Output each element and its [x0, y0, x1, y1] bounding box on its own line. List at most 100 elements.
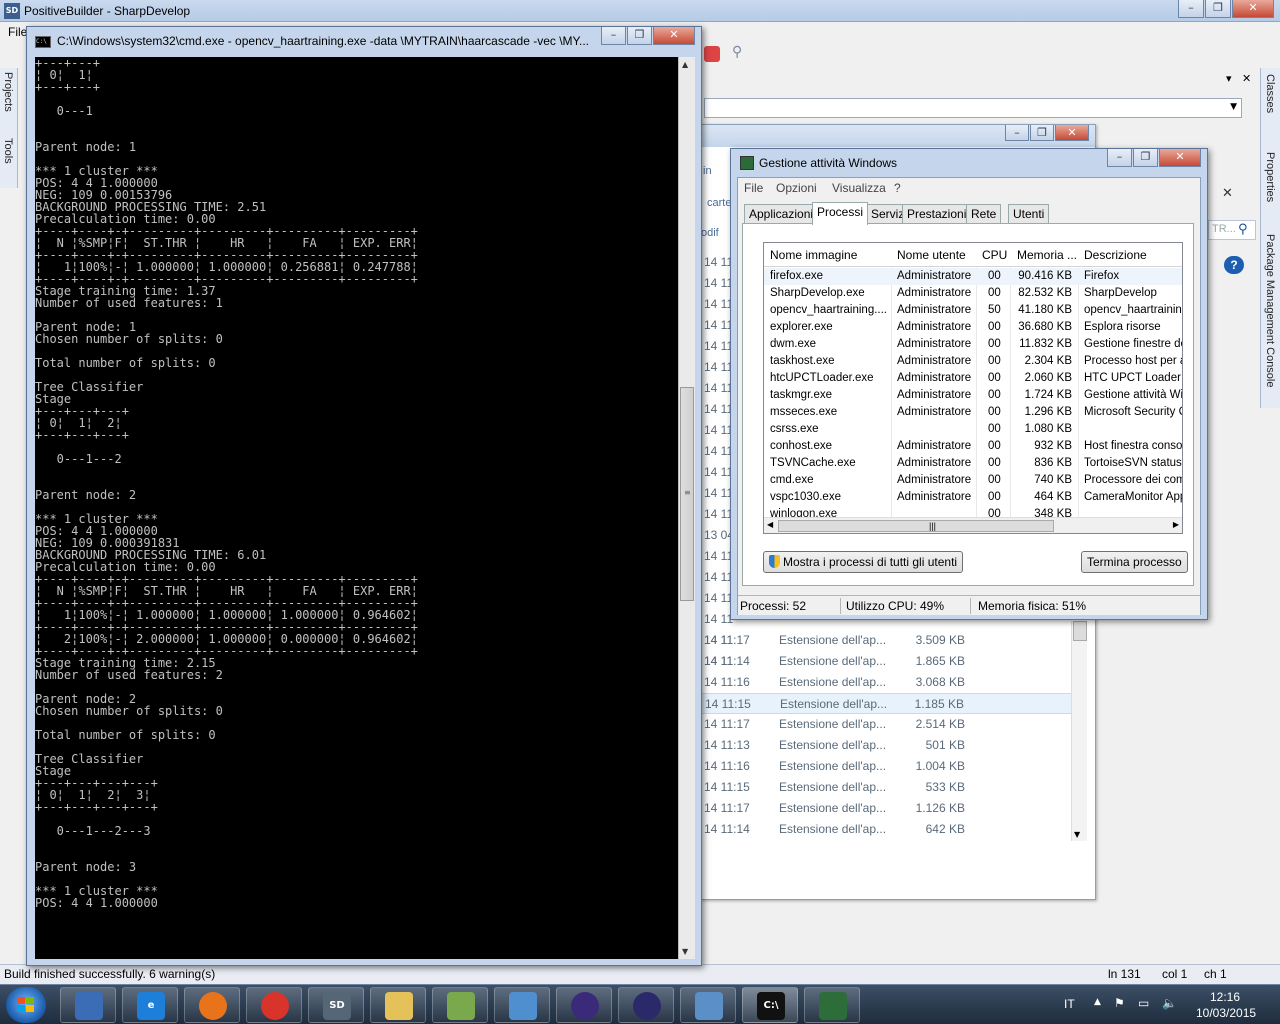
cmd-close-button[interactable]: ✕: [653, 27, 695, 45]
taskbar-task-manager[interactable]: [804, 987, 860, 1023]
search-icon[interactable]: ⚲: [1238, 222, 1248, 237]
process-row[interactable]: explorer.exe Administratore 00 36.680 KB Esp…: [764, 319, 1182, 336]
process-row[interactable]: TSVNCache.exe Administratore 00 836 KB Torto…: [764, 455, 1182, 472]
menu-help[interactable]: ?: [894, 181, 901, 195]
help-icon[interactable]: ?: [1224, 256, 1244, 274]
menu-file[interactable]: File: [744, 181, 763, 195]
explorer-scrollbar[interactable]: ▼: [1071, 621, 1087, 841]
tab-applications[interactable]: Applicazioni: [744, 204, 819, 224]
process-row[interactable]: cmd.exe Administratore 00 740 KB Processore …: [764, 472, 1182, 489]
process-row[interactable]: vspc1030.exe Administratore 00 464 KB Camera…: [764, 489, 1182, 506]
clock-date[interactable]: 10/03/2015: [1196, 1006, 1256, 1020]
scroll-up-icon[interactable]: ▲: [682, 60, 688, 69]
taskbar-firefox[interactable]: [184, 987, 240, 1023]
cmd-scroll-thumb[interactable]: ≡: [680, 387, 694, 601]
explorer-file-row[interactable]: 14 11:17 Estensione dell'ap... 1.126 KB: [701, 798, 1075, 819]
right-search-input[interactable]: TR...: [1208, 220, 1256, 240]
scroll-right-icon[interactable]: ▶: [1173, 520, 1179, 529]
process-row[interactable]: msseces.exe Administratore 00 1.296 KB Micro…: [764, 404, 1182, 421]
process-row[interactable]: taskmgr.exe Administratore 00 1.724 KB Gesti…: [764, 387, 1182, 404]
cmd-maximize-button[interactable]: ❐: [627, 27, 652, 45]
menu-options[interactable]: Opzioni: [776, 181, 817, 195]
tm-close-button[interactable]: ✕: [1159, 149, 1201, 167]
magnifier-icon[interactable]: ⚲: [732, 44, 742, 60]
process-row[interactable]: htcUPCTLoader.exe Administratore 00 2.060 K…: [764, 370, 1182, 387]
explorer-minimize-button[interactable]: –: [1005, 125, 1029, 141]
cmd-minimize-button[interactable]: –: [601, 27, 626, 45]
process-list[interactable]: Nome immagine Nome utente CPU Memoria ..…: [763, 242, 1183, 534]
explorer-file-row[interactable]: 14 11:14 Estensione dell'ap... 1.865 KB: [701, 651, 1075, 672]
column-cpu[interactable]: CPU: [982, 248, 1007, 262]
tab-processes[interactable]: Processi: [812, 202, 869, 225]
pad-combo[interactable]: ▼: [704, 98, 1242, 118]
network-icon[interactable]: ▭: [1138, 996, 1149, 1010]
process-row[interactable]: conhost.exe Administratore 00 932 KB Host fi…: [764, 438, 1182, 455]
scroll-left-icon[interactable]: ◀: [767, 520, 773, 529]
secondary-close-icon[interactable]: ✕: [1222, 186, 1233, 201]
projects-pad-tab[interactable]: Projects: [2, 72, 14, 112]
explorer-maximize-button[interactable]: ❐: [1030, 125, 1054, 141]
column-description[interactable]: Descrizione: [1084, 248, 1147, 262]
tab-network[interactable]: Rete: [966, 204, 1002, 224]
process-list-hscrollbar[interactable]: ◀ ||| ▶: [764, 517, 1182, 533]
process-row[interactable]: firefox.exe Administratore 00 90.416 KB Fire…: [764, 268, 1182, 285]
column-user-name[interactable]: Nome utente: [897, 248, 966, 262]
clock-time[interactable]: 12:16: [1210, 990, 1240, 1004]
process-row[interactable]: csrss.exe 00 1.080 KB: [764, 421, 1182, 438]
taskbar-cmd[interactable]: C:\: [742, 987, 798, 1023]
scroll-down-icon[interactable]: ▼: [1074, 830, 1080, 839]
tools-pad-tab[interactable]: Tools: [2, 138, 14, 164]
minimize-button[interactable]: –: [1178, 0, 1204, 18]
taskbar-file-explorer[interactable]: [370, 987, 426, 1023]
menu-file[interactable]: File: [8, 25, 27, 39]
explorer-scroll-thumb[interactable]: [1073, 621, 1087, 641]
pad-dropdown-icon[interactable]: ▾: [1226, 72, 1232, 85]
taskbar-eclipse-1[interactable]: [556, 987, 612, 1023]
explorer-fragment[interactable]: carte: [707, 197, 731, 209]
action-center-flag-icon[interactable]: ⚑: [1114, 996, 1125, 1010]
explorer-file-row[interactable]: 14 11:17 Estensione dell'ap... 2.514 KB: [701, 714, 1075, 735]
scroll-down-icon[interactable]: ▼: [682, 947, 688, 956]
taskbar-chrome[interactable]: [246, 987, 302, 1023]
package-console-pad-tab[interactable]: Package Management Console: [1264, 234, 1276, 387]
tab-performance[interactable]: Prestazioni: [902, 204, 972, 224]
explorer-file-row[interactable]: 14 11:16 Estensione dell'ap... 1.004 KB: [701, 756, 1075, 777]
explorer-file-row[interactable]: 14 11:14 Estensione dell'ap... 642 KB: [701, 819, 1075, 840]
maximize-button[interactable]: ❐: [1205, 0, 1231, 18]
explorer-file-row[interactable]: 14 11:15 Estensione dell'ap... 1.185 KB: [701, 693, 1075, 714]
explorer-file-row[interactable]: 14 11:17 Estensione dell'ap... 3.509 KB: [701, 630, 1075, 651]
explorer-file-row[interactable]: 14 11:15 Estensione dell'ap... 533 KB: [701, 777, 1075, 798]
start-button[interactable]: [6, 987, 46, 1023]
classes-pad-tab[interactable]: Classes: [1264, 74, 1276, 113]
pad-close-icon[interactable]: ✕: [1242, 72, 1251, 85]
hscroll-thumb[interactable]: |||: [778, 520, 1054, 532]
taskbar-eclipse-2[interactable]: [618, 987, 674, 1023]
process-row[interactable]: SharpDevelop.exe Administratore 00 82.532 K…: [764, 285, 1182, 302]
menu-view[interactable]: Visualizza: [832, 181, 886, 195]
stop-icon[interactable]: [704, 46, 720, 62]
tm-minimize-button[interactable]: –: [1107, 149, 1132, 167]
process-row[interactable]: opencv_haartraining.... Administratore 50 4…: [764, 302, 1182, 319]
language-indicator[interactable]: IT: [1064, 997, 1075, 1011]
process-row[interactable]: dwm.exe Administratore 00 11.832 KB Gestione…: [764, 336, 1182, 353]
tray-expand-icon[interactable]: ▲: [1094, 997, 1101, 1007]
taskbar-sharpdevelop[interactable]: SD: [308, 987, 364, 1023]
show-all-processes-button[interactable]: Mostra i processi di tutti gli utenti: [763, 551, 964, 573]
column-memory[interactable]: Memoria ...: [1017, 248, 1077, 262]
process-row[interactable]: taskhost.exe Administratore 00 2.304 KB Proc…: [764, 353, 1182, 370]
taskbar-control-panel[interactable]: [680, 987, 736, 1023]
cmd-scrollbar[interactable]: ▲ ≡ ▼: [678, 57, 695, 959]
explorer-close-button[interactable]: ✕: [1055, 125, 1089, 141]
explorer-file-row[interactable]: 14 11:13 Estensione dell'ap... 501 KB: [701, 735, 1075, 756]
explorer-file-row[interactable]: 14 11:16 Estensione dell'ap... 3.068 KB: [701, 672, 1075, 693]
taskbar-notepad-app[interactable]: [432, 987, 488, 1023]
properties-pad-tab[interactable]: Properties: [1264, 152, 1276, 202]
volume-icon[interactable]: 🔈: [1162, 996, 1177, 1010]
cmd-console[interactable]: +---+---+ ¦ 0¦ 1¦ +---+---+ 0---1 Parent no…: [35, 57, 678, 959]
close-button[interactable]: ✕: [1232, 0, 1274, 18]
taskbar-network-app[interactable]: [60, 987, 116, 1023]
taskbar-network-tool[interactable]: [494, 987, 550, 1023]
taskbar-internet-explorer[interactable]: e: [122, 987, 178, 1023]
tab-users[interactable]: Utenti: [1008, 204, 1050, 224]
end-process-button[interactable]: Termina processo: [1081, 551, 1188, 573]
